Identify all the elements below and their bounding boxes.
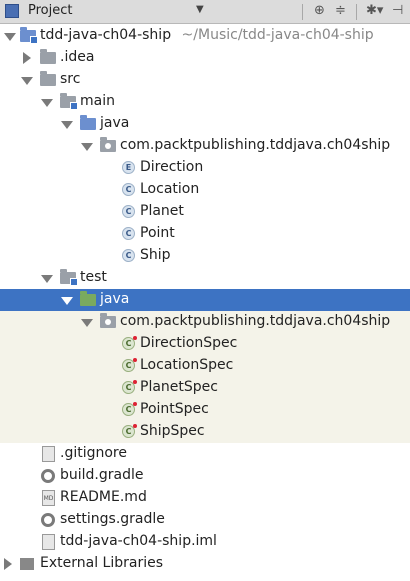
tree-node-test-java[interactable]: java — [0, 289, 410, 311]
chevron-right-icon[interactable] — [4, 558, 12, 570]
spec-label: DirectionSpec — [140, 335, 238, 351]
gradle-file-icon — [41, 513, 55, 527]
folder-icon — [40, 71, 56, 86]
tree-node-external-libraries[interactable]: External Libraries — [0, 553, 410, 575]
caret-down-icon[interactable]: ▼ — [196, 4, 204, 15]
project-view-icon — [5, 4, 19, 18]
tree-node-iml[interactable]: tdd-java-ch04-ship.iml — [0, 531, 410, 553]
enum-icon: E — [122, 161, 135, 174]
tree-node-root[interactable]: tdd-java-ch04-ship ~/Music/tdd-java-ch04… — [0, 25, 410, 47]
test-class-icon: C — [122, 336, 137, 350]
module-folder-icon — [20, 27, 38, 44]
class-label: Direction — [140, 159, 204, 175]
tree-node-idea[interactable]: .idea — [0, 47, 410, 69]
tree-node-test-package[interactable]: com.packtpublishing.tddjava.ch04ship — [0, 311, 410, 333]
chevron-down-icon[interactable] — [41, 99, 53, 107]
test-label: test — [80, 269, 107, 285]
tree-node-settings-gradle[interactable]: settings.gradle — [0, 509, 410, 531]
text-file-icon — [42, 446, 55, 462]
spec-label: LocationSpec — [140, 357, 234, 373]
class-icon: C — [122, 249, 135, 262]
tree-node-class-planet[interactable]: C Planet — [0, 201, 410, 223]
module-file-icon — [42, 534, 55, 550]
tree-node-spec-point[interactable]: C PointSpec — [0, 399, 410, 421]
chevron-down-icon[interactable] — [41, 275, 53, 283]
toolbar-separator — [356, 4, 357, 20]
test-class-icon: C — [122, 402, 137, 416]
chevron-down-icon[interactable] — [61, 121, 73, 129]
chevron-down-icon[interactable] — [4, 33, 16, 41]
file-label: settings.gradle — [60, 511, 165, 527]
spec-label: PointSpec — [140, 401, 209, 417]
gradle-file-icon — [41, 469, 55, 483]
class-label: Point — [140, 225, 175, 241]
class-icon: C — [122, 205, 135, 218]
project-view-title[interactable]: Project — [28, 3, 72, 18]
tree-node-spec-planet[interactable]: C PlanetSpec — [0, 377, 410, 399]
tree-node-spec-location[interactable]: C LocationSpec — [0, 355, 410, 377]
tree-node-build-gradle[interactable]: build.gradle — [0, 465, 410, 487]
libraries-icon — [20, 558, 34, 570]
file-label: tdd-java-ch04-ship.iml — [60, 533, 217, 549]
chevron-down-icon[interactable] — [81, 319, 93, 327]
main-package-label: com.packtpublishing.tddjava.ch04ship — [120, 137, 391, 153]
package-icon — [100, 313, 116, 328]
chevron-right-icon[interactable] — [23, 52, 31, 64]
test-package-label: com.packtpublishing.tddjava.ch04ship — [120, 313, 391, 329]
class-label: Location — [140, 181, 200, 197]
toolbar-separator — [302, 4, 303, 20]
project-toolbar: Project ▼ ⊕ ≑ ✱▾ ⊣ — [0, 0, 410, 24]
tree-node-src[interactable]: src — [0, 69, 410, 91]
tree-node-spec-direction[interactable]: C DirectionSpec — [0, 333, 410, 355]
spec-label: ShipSpec — [140, 423, 205, 439]
main-label: main — [80, 93, 115, 109]
tree-node-test[interactable]: test — [0, 267, 410, 289]
chevron-down-icon[interactable] — [81, 143, 93, 151]
tree-node-class-direction[interactable]: E Direction — [0, 157, 410, 179]
tree-node-class-ship[interactable]: C Ship — [0, 245, 410, 267]
tree-node-readme[interactable]: MD README.md — [0, 487, 410, 509]
class-icon: C — [122, 227, 135, 240]
test-class-icon: C — [122, 380, 137, 394]
folder-icon — [40, 49, 56, 64]
root-label: tdd-java-ch04-ship — [40, 27, 172, 43]
collapse-icon[interactable]: ≑ — [335, 3, 346, 18]
project-tree: tdd-java-ch04-ship ~/Music/tdd-java-ch04… — [0, 24, 410, 581]
test-root-folder-icon — [60, 269, 78, 286]
file-label: .gitignore — [60, 445, 127, 461]
class-icon: C — [122, 183, 135, 196]
hide-icon[interactable]: ⊣ — [392, 3, 403, 18]
test-class-icon: C — [122, 424, 137, 438]
root-path: ~/Music/tdd-java-ch04-ship — [181, 27, 374, 43]
main-java-label: java — [100, 115, 130, 131]
tree-node-class-location[interactable]: C Location — [0, 179, 410, 201]
tree-node-spec-ship[interactable]: C ShipSpec — [0, 421, 410, 443]
tree-node-gitignore[interactable]: .gitignore — [0, 443, 410, 465]
file-label: README.md — [60, 489, 147, 505]
test-class-icon: C — [122, 358, 137, 372]
test-source-folder-icon — [80, 291, 96, 306]
class-label: Ship — [140, 247, 171, 263]
tree-node-main[interactable]: main — [0, 91, 410, 113]
markdown-file-icon: MD — [42, 490, 55, 506]
idea-label: .idea — [60, 49, 95, 65]
tree-node-class-point[interactable]: C Point — [0, 223, 410, 245]
tree-node-main-java[interactable]: java — [0, 113, 410, 135]
source-root-folder-icon — [60, 93, 78, 110]
test-java-label: java — [100, 291, 130, 307]
file-label: build.gradle — [60, 467, 144, 483]
package-icon — [100, 137, 116, 152]
tree-node-main-package[interactable]: com.packtpublishing.tddjava.ch04ship — [0, 135, 410, 157]
source-folder-icon — [80, 115, 96, 130]
spec-label: PlanetSpec — [140, 379, 218, 395]
chevron-down-icon[interactable] — [21, 77, 33, 85]
class-label: Planet — [140, 203, 184, 219]
target-icon[interactable]: ⊕ — [314, 3, 325, 18]
chevron-down-icon[interactable] — [61, 297, 73, 305]
gear-icon[interactable]: ✱▾ — [366, 3, 383, 18]
external-libraries-label: External Libraries — [40, 555, 163, 571]
src-label: src — [60, 71, 81, 87]
